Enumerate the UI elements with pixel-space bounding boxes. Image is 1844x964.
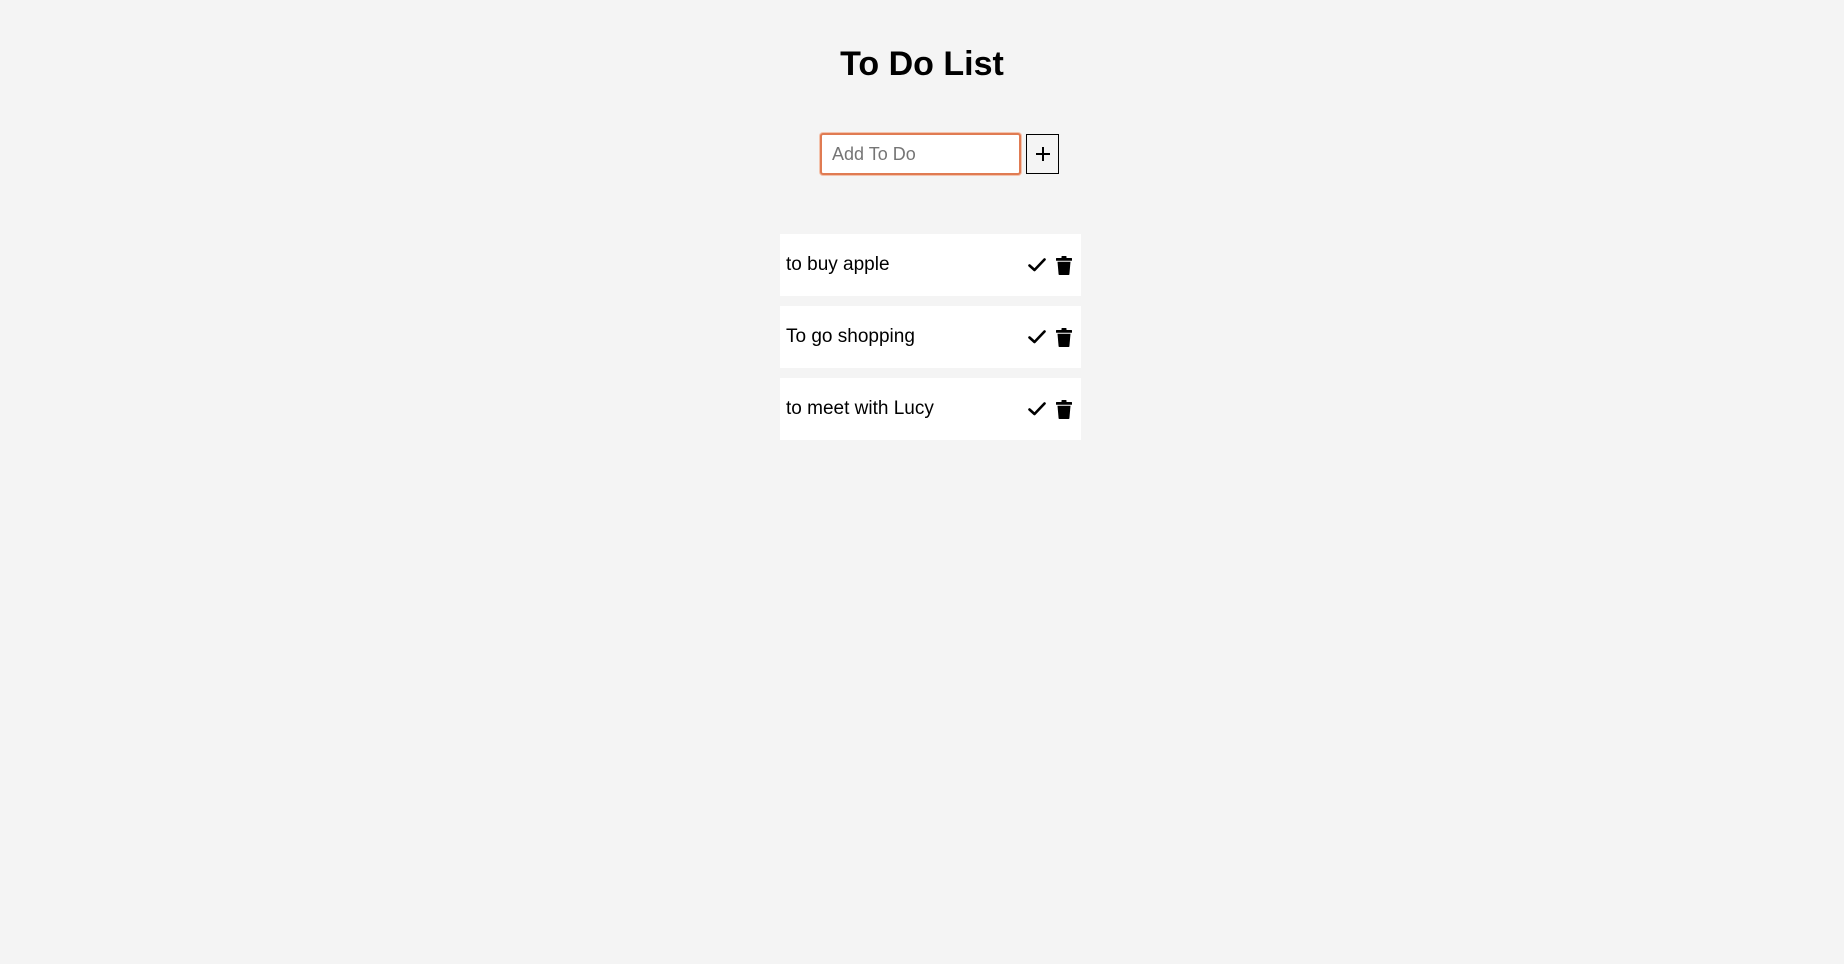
delete-button[interactable] [1052,324,1076,350]
complete-button[interactable] [1025,324,1049,350]
check-icon [1028,258,1046,272]
todo-item: to buy apple [780,234,1081,296]
plus-icon [1035,146,1051,162]
trash-icon [1056,327,1072,347]
complete-button[interactable] [1025,396,1049,422]
add-todo-form [820,133,1059,175]
trash-icon [1056,399,1072,419]
add-todo-button[interactable] [1026,134,1059,174]
todo-text: to buy apple [786,254,890,275]
page-title: To Do List [840,45,1004,83]
complete-button[interactable] [1025,252,1049,278]
check-icon [1028,402,1046,416]
todo-item: to meet with Lucy [780,378,1081,440]
todo-list: to buy apple To go shopping to meet with… [780,234,1081,450]
todo-text: To go shopping [786,326,915,347]
delete-button[interactable] [1052,252,1076,278]
add-todo-input[interactable] [820,133,1021,175]
todo-item: To go shopping [780,306,1081,368]
todo-text: to meet with Lucy [786,398,934,419]
todo-app: To Do List to buy apple [0,0,1844,964]
check-icon [1028,330,1046,344]
trash-icon [1056,255,1072,275]
delete-button[interactable] [1052,396,1076,422]
